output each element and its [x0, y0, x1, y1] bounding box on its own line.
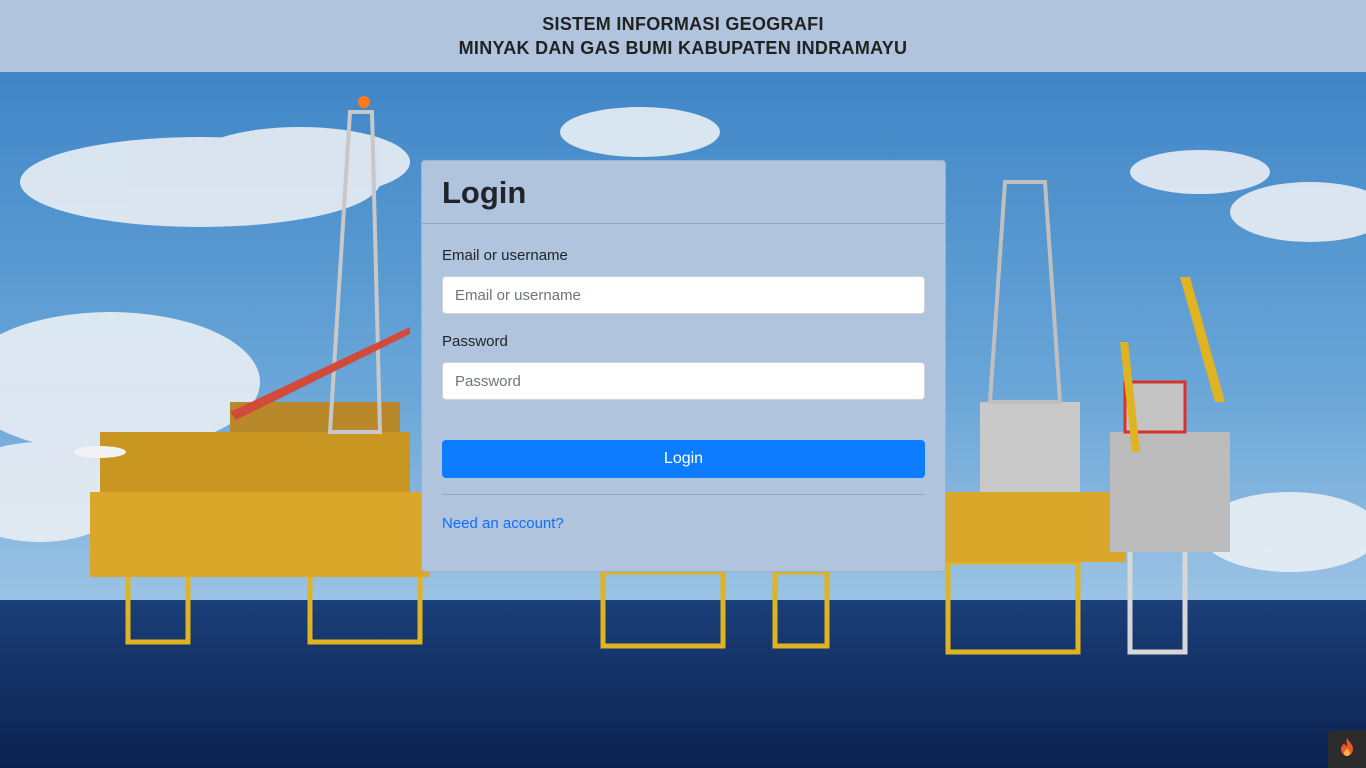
- card-divider: [442, 494, 925, 495]
- login-card-header: Login: [422, 161, 945, 224]
- login-button[interactable]: Login: [442, 440, 925, 478]
- corner-badge[interactable]: [1328, 730, 1366, 768]
- username-input[interactable]: [442, 276, 925, 314]
- need-account-link[interactable]: Need an account?: [442, 515, 564, 532]
- password-input[interactable]: [442, 362, 925, 400]
- flame-icon: [1338, 737, 1356, 762]
- header-title-line1: SISTEM INFORMASI GEOGRAFI: [542, 14, 824, 34]
- password-label: Password: [442, 333, 508, 350]
- page-header: SISTEM INFORMASI GEOGRAFI MINYAK DAN GAS…: [0, 0, 1366, 72]
- login-card: Login Email or username Password Login N…: [421, 160, 946, 572]
- username-label: Email or username: [442, 247, 568, 264]
- header-title-line2: MINYAK DAN GAS BUMI KABUPATEN INDRAMAYU: [458, 38, 908, 58]
- login-title: Login: [442, 175, 527, 210]
